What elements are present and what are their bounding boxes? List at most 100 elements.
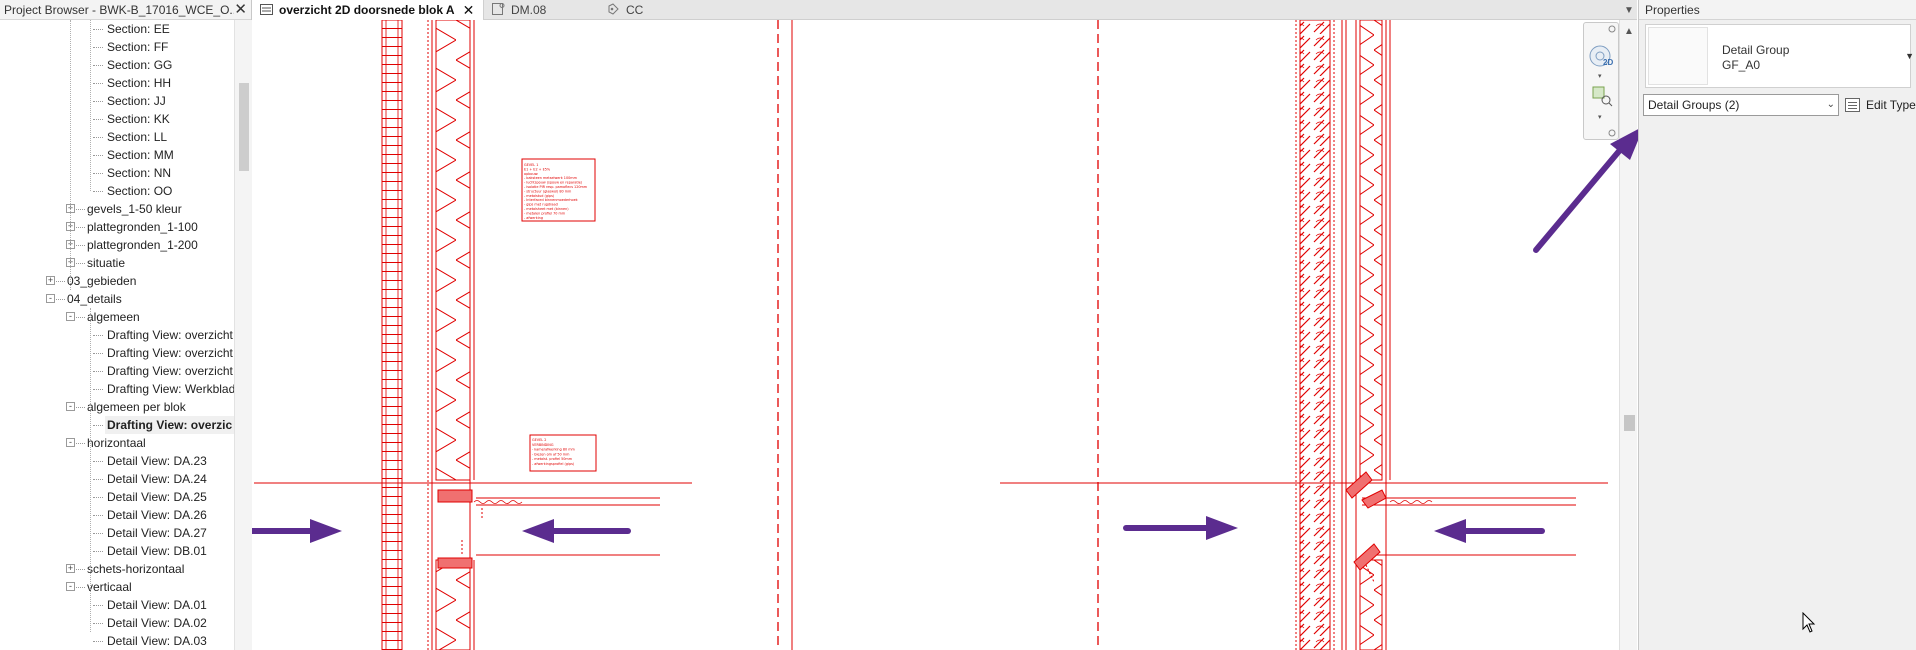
tree-item-label: algemeen [87, 310, 140, 324]
tree-item[interactable]: Drafting View: Werkblad [105, 380, 234, 398]
tree-item[interactable]: Detail View: DA.23 [105, 452, 213, 470]
tree-item[interactable]: Section: NN [105, 164, 177, 182]
tree-item-label: schets-horizontaal [87, 562, 185, 576]
tree-item-label: Section: OO [107, 184, 173, 198]
tree-item-label: Section: JJ [107, 94, 166, 108]
tree-item[interactable]: Section: LL [105, 128, 173, 146]
tree-item[interactable]: gevels_1-50 kleur [85, 200, 188, 218]
tree-item[interactable]: Detail View: DA.01 [105, 596, 213, 614]
tree-guide-line [70, 20, 71, 290]
edit-type-icon [1845, 98, 1860, 112]
canvas-vertical-scrollbar[interactable]: ▲ [1619, 20, 1637, 650]
collapse-icon[interactable]: - [66, 312, 75, 321]
tree-connector [93, 137, 103, 138]
expand-icon[interactable]: + [66, 564, 75, 573]
tree-item[interactable]: Section: GG [105, 56, 178, 74]
tree-connector [93, 425, 103, 426]
tree-item[interactable]: horizontaal [85, 434, 152, 452]
tree-connector [93, 47, 103, 48]
collapse-icon[interactable]: - [46, 294, 55, 303]
tab-cc[interactable]: CC [599, 0, 699, 20]
tree-item[interactable]: Detail View: DA.02 [105, 614, 213, 632]
instance-filter-select[interactable]: Detail Groups (2) ⌄ [1643, 94, 1839, 116]
tree-item[interactable]: schets-horizontaal [85, 560, 190, 578]
tree-item[interactable]: Detail View: DA.26 [105, 506, 213, 524]
tab-label: overzicht 2D doorsnede blok A [279, 3, 455, 17]
arrow-left-icon [522, 519, 631, 543]
tree-item-label: Section: KK [107, 112, 170, 126]
tab-list-dropdown-icon[interactable]: ▼ [1624, 5, 1634, 16]
collapse-icon[interactable]: - [66, 582, 75, 591]
tree-item[interactable]: Drafting View: overzicht [105, 326, 234, 344]
tree-item[interactable]: plattegronden_1-100 [85, 218, 204, 236]
annotation-text-line: - metalstud (gips) [524, 194, 555, 198]
tree-item[interactable]: 04_details [65, 290, 128, 308]
tree-item[interactable]: 03_gebieden [65, 272, 142, 290]
tree-item-label: Section: HH [107, 76, 172, 90]
annotation-text-line: GEVEL 1 [524, 163, 538, 167]
tree-item[interactable]: Detail View: DB.01 [105, 542, 213, 560]
tree-connector [93, 335, 103, 336]
tree-item[interactable]: Detail View: DA.03 [105, 632, 213, 650]
tree-item[interactable]: algemeen per blok [85, 398, 192, 416]
tree-item[interactable]: Section: JJ [105, 92, 172, 110]
tree-item-label: 03_gebieden [67, 274, 137, 288]
tree-item[interactable]: Detail View: DA.25 [105, 488, 213, 506]
tree-item[interactable]: Drafting View: overzic [105, 416, 234, 434]
tree-item[interactable]: algemeen [85, 308, 146, 326]
annotation-text-line: - afwerkingsprofiel (gips) [532, 462, 575, 466]
tab-overzicht-2d[interactable]: overzicht 2D doorsnede blok A ✕ [252, 0, 484, 20]
annotation-text-line: - metalsheet met (binnen) [524, 207, 569, 211]
sheet-icon [492, 2, 505, 18]
tree-item[interactable]: Section: HH [105, 74, 177, 92]
edit-type-button[interactable]: Edit Type [1845, 94, 1916, 116]
close-icon[interactable]: ✕ [463, 2, 475, 19]
chevron-down-icon[interactable]: ▼ [1905, 51, 1914, 61]
annotation-box-2[interactable]: GEVEL 2VERBINDING- kamerafwerking 80 mm-… [529, 434, 597, 472]
annotation-box-1[interactable]: GEVEL 1E1 + E2 + E5%opbouw:- baksteen me… [521, 158, 596, 222]
tab-dm08[interactable]: DM.08 [484, 0, 594, 20]
tree-connector [93, 101, 103, 102]
tree-connector [76, 443, 85, 444]
collapse-icon[interactable]: - [66, 438, 75, 447]
svg-text:2D: 2D [1603, 58, 1613, 67]
revit-window: Project Browser - BWK-B_17016_WCE_O... ✕… [0, 0, 1916, 650]
section-icon [607, 2, 620, 18]
tree-item[interactable]: Section: EE [105, 20, 176, 38]
tree-item[interactable]: Detail View: DA.27 [105, 524, 213, 542]
zoom-icon[interactable] [1592, 86, 1613, 107]
tree-item[interactable]: Section: MM [105, 146, 180, 164]
tree-item[interactable]: Detail View: DA.24 [105, 470, 213, 488]
close-icon[interactable]: ✕ [234, 2, 247, 17]
tree-item[interactable]: Drafting View: overzicht [105, 362, 234, 380]
tree-item[interactable]: Section: OO [105, 182, 178, 200]
tree-connector [76, 587, 85, 588]
view-tab-bar: overzicht 2D doorsnede blok A ✕ DM.08 CC [252, 0, 1637, 20]
tree-item-label: Detail View: DA.25 [107, 490, 207, 504]
2d-wheel-icon[interactable]: 2D [1589, 45, 1613, 67]
tree-connector [93, 533, 103, 534]
tree-item[interactable]: Section: KK [105, 110, 176, 128]
tree-item[interactable]: Drafting View: overzicht [105, 344, 234, 362]
tree-connector [93, 173, 103, 174]
tree-item-label: Section: MM [107, 148, 174, 162]
project-browser-scrollbar[interactable] [234, 20, 252, 650]
close-icon[interactable] [1608, 25, 1616, 33]
collapse-icon[interactable]: - [66, 402, 75, 411]
expand-icon[interactable]: + [46, 276, 55, 285]
tab-label: CC [626, 3, 644, 17]
type-preview-image [1648, 27, 1708, 85]
chevron-down-icon[interactable]: ⌄ [1827, 95, 1835, 115]
arrow-right-icon [252, 519, 342, 543]
tree-connector [93, 371, 103, 372]
tree-item[interactable]: situatie [85, 254, 131, 272]
tree-item[interactable]: verticaal [85, 578, 138, 596]
type-selector[interactable]: Detail Group GF_A0 ▼ [1645, 24, 1914, 88]
right-wall-assembly [1000, 20, 1608, 650]
scrollbar-thumb[interactable] [1624, 415, 1635, 431]
scroll-up-icon[interactable]: ▲ [1624, 26, 1634, 37]
drawing-canvas[interactable]: GEVEL 1 E1 + E2 + E5% opbouw: - baksteen me… [252, 20, 1619, 650]
scrollbar-thumb[interactable] [239, 83, 249, 171]
tree-item[interactable]: Section: FF [105, 38, 174, 56]
tree-item[interactable]: plattegronden_1-200 [85, 236, 204, 254]
